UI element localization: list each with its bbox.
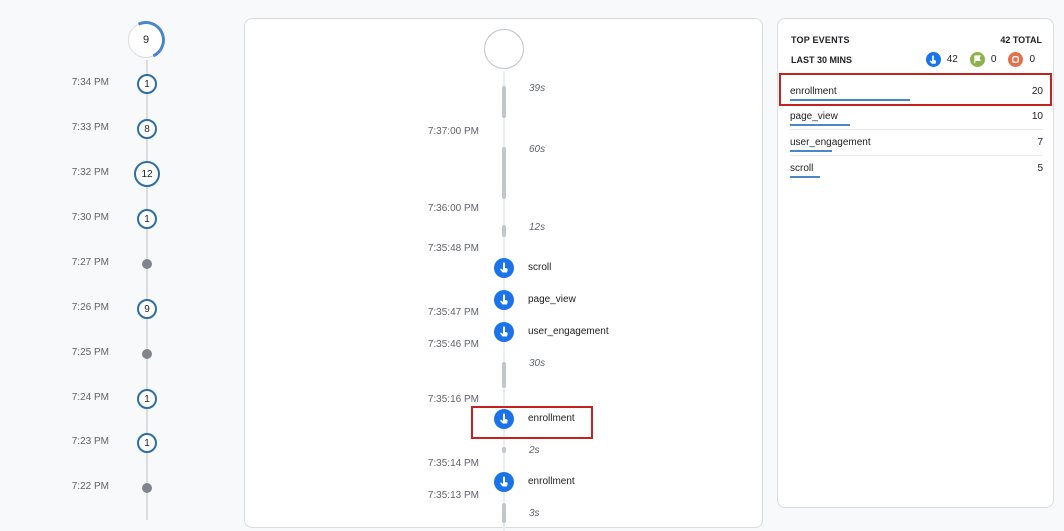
empty-minute-dot[interactable] xyxy=(142,349,152,359)
current-minute-node[interactable]: 9 xyxy=(121,15,171,65)
gap-duration: 12s xyxy=(529,222,546,233)
total-count: 42 TOTAL xyxy=(1000,35,1042,45)
minute-row[interactable]: 7:24 PM 1 xyxy=(0,387,230,411)
event-timestamp: 7:35:46 PM xyxy=(427,339,479,350)
minute-time: 7:27 PM xyxy=(71,257,109,268)
error-count: 0 xyxy=(1029,54,1035,65)
gap-duration: 30s xyxy=(529,358,546,369)
minute-time: 7:25 PM xyxy=(71,347,109,358)
minute-row[interactable]: 7:23 PM 1 xyxy=(0,431,230,455)
event-timestamp: 7:35:13 PM xyxy=(427,490,479,501)
highlight-box xyxy=(471,406,593,439)
gap-duration: 2s xyxy=(529,445,540,456)
event-share-bar xyxy=(790,176,820,178)
minute-time: 7:26 PM xyxy=(71,302,109,313)
minute-time: 7:23 PM xyxy=(71,436,109,447)
event-name: scroll xyxy=(528,262,552,273)
minute-row[interactable]: 7:26 PM 9 xyxy=(0,297,230,321)
event-timestamp: 7:35:47 PM xyxy=(427,307,479,318)
event-name: page_view xyxy=(528,294,576,305)
minute-timeline: 9 7:34 PM 1 7:33 PM 8 7:32 PM 12 7:30 PM… xyxy=(0,0,230,520)
stream-start-node xyxy=(484,29,524,69)
touch-icon xyxy=(494,322,514,342)
click-event-count: 42 xyxy=(946,54,958,65)
conversion-count: 0 xyxy=(990,54,997,65)
event-timestamp: 7:35:48 PM xyxy=(427,243,479,254)
minute-time: 7:22 PM xyxy=(71,481,109,492)
minute-count-node[interactable]: 12 xyxy=(134,161,160,187)
row-divider xyxy=(790,129,1043,130)
period-label: LAST 30 MINS xyxy=(791,55,853,65)
event-count: 7 xyxy=(1037,137,1043,148)
touch-icon xyxy=(494,258,514,278)
minute-row[interactable]: 7:25 PM xyxy=(0,342,230,366)
top-event-row[interactable]: user_engagement 7 xyxy=(790,134,1043,158)
error-icon xyxy=(1008,52,1024,67)
minute-row[interactable]: 7:33 PM 8 xyxy=(0,117,230,141)
event-timestamp: 7:35:16 PM xyxy=(427,394,479,405)
event-name: page_view xyxy=(790,111,838,122)
minute-count-node[interactable]: 1 xyxy=(137,74,157,94)
event-count: 5 xyxy=(1037,163,1043,174)
event-stream-panel: 39s 60s 12s 30s 2s 3s 7:37:00 PM 7:36:00… xyxy=(244,18,763,531)
highlight-box xyxy=(779,73,1052,106)
touch-icon xyxy=(494,290,514,310)
minute-time: 7:34 PM xyxy=(71,77,109,88)
top-event-row[interactable]: scroll 5 xyxy=(790,160,1043,184)
touch-icon xyxy=(925,52,941,67)
event-type-counts: 42 0 0 xyxy=(925,52,1035,67)
event-name: user_engagement xyxy=(790,137,871,148)
minute-count-node[interactable]: 1 xyxy=(137,433,157,453)
gap-segment xyxy=(502,447,506,453)
minute-row[interactable]: 7:30 PM 1 xyxy=(0,207,230,231)
minute-count-node[interactable]: 8 xyxy=(137,119,157,139)
minute-count-node[interactable]: 1 xyxy=(137,209,157,229)
row-divider xyxy=(790,155,1043,156)
event-name: enrollment xyxy=(528,476,575,487)
top-event-row[interactable]: page_view 10 xyxy=(790,108,1043,132)
minute-row[interactable]: 7:34 PM 1 xyxy=(0,72,230,96)
empty-minute-dot[interactable] xyxy=(142,259,152,269)
gap-segment xyxy=(502,362,506,388)
flag-icon xyxy=(969,52,985,67)
gap-segment xyxy=(502,225,506,237)
event-share-bar xyxy=(790,150,832,152)
event-name: scroll xyxy=(790,163,814,174)
gap-duration: 39s xyxy=(529,83,546,94)
event-name: user_engagement xyxy=(528,326,609,337)
minute-count-node[interactable]: 9 xyxy=(137,299,157,319)
minute-row[interactable]: 7:22 PM xyxy=(0,476,230,500)
event-share-bar xyxy=(790,124,850,126)
minute-time: 7:30 PM xyxy=(71,212,109,223)
top-events-card: TOP EVENTS 42 TOTAL LAST 30 MINS 42 0 0 … xyxy=(777,18,1054,508)
card-title: TOP EVENTS xyxy=(791,35,850,45)
minute-time: 7:32 PM xyxy=(71,167,109,178)
empty-minute-dot[interactable] xyxy=(142,483,152,493)
minute-time: 7:24 PM xyxy=(71,392,109,403)
minute-row[interactable]: 7:32 PM 12 xyxy=(0,161,230,187)
event-count: 10 xyxy=(1031,111,1043,122)
touch-icon xyxy=(494,472,514,492)
minute-count-node[interactable]: 1 xyxy=(137,389,157,409)
minute-row[interactable]: 7:27 PM xyxy=(0,252,230,276)
gap-segment xyxy=(502,503,506,523)
event-timestamp: 7:36:00 PM xyxy=(427,203,479,214)
gap-duration: 60s xyxy=(529,144,546,155)
event-timestamp: 7:37:00 PM xyxy=(427,126,479,137)
minute-time: 7:33 PM xyxy=(71,122,109,133)
event-timestamp: 7:35:14 PM xyxy=(427,458,479,469)
progress-arc xyxy=(121,15,171,65)
gap-segment xyxy=(502,86,506,118)
gap-segment xyxy=(502,147,506,199)
